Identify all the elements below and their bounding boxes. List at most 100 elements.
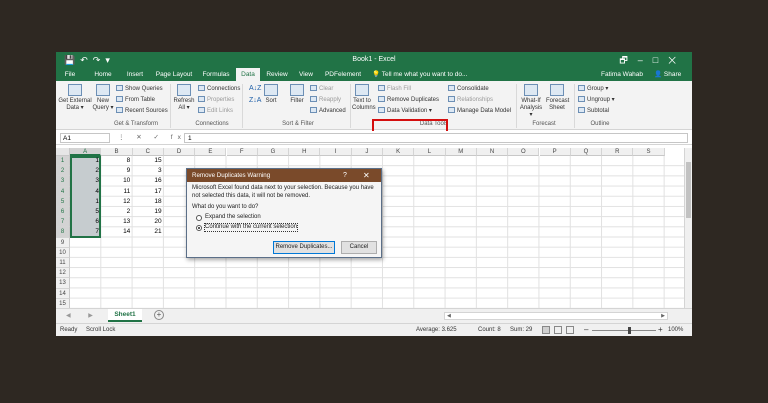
- advanced-button[interactable]: Advanced: [310, 107, 346, 115]
- sort-button[interactable]: Sort: [262, 84, 280, 105]
- cell-a4[interactable]: 4: [70, 187, 99, 197]
- column-header-n[interactable]: N: [476, 148, 509, 156]
- column-header-b[interactable]: B: [101, 148, 133, 156]
- column-header-a[interactable]: A: [70, 148, 102, 156]
- cell-b6[interactable]: 2: [101, 207, 131, 217]
- sheet-nav-arrows[interactable]: ◀ ▶: [66, 311, 101, 321]
- cancel-button[interactable]: Cancel: [341, 241, 377, 254]
- zoom-slider[interactable]: [592, 330, 656, 331]
- column-header-k[interactable]: K: [383, 148, 415, 156]
- forecast-sheet-button[interactable]: Forecast Sheet: [546, 84, 569, 112]
- tab-insert[interactable]: Insert: [120, 68, 150, 81]
- column-header-o[interactable]: O: [508, 148, 540, 156]
- row-header-1[interactable]: 1: [56, 156, 70, 167]
- share-button[interactable]: 👤 Share: [654, 68, 681, 81]
- properties-button[interactable]: Properties: [198, 96, 234, 104]
- tell-me-box[interactable]: 💡 Tell me what you want to do...: [372, 68, 467, 81]
- column-header-s[interactable]: S: [633, 148, 665, 156]
- add-sheet-icon[interactable]: +: [154, 310, 164, 320]
- what-if-analysis-button[interactable]: What-If Analysis ▾: [518, 84, 544, 119]
- cell-c5[interactable]: 18: [133, 197, 161, 207]
- tab-home[interactable]: Home: [88, 68, 118, 81]
- tab-page-layout[interactable]: Page Layout: [152, 68, 196, 81]
- dialog-close-icon[interactable]: ✕: [363, 169, 370, 182]
- horizontal-scrollbar[interactable]: ◀ ▶: [444, 312, 668, 320]
- column-header-c[interactable]: C: [132, 148, 164, 156]
- row-header-4[interactable]: 4: [56, 186, 70, 197]
- new-query-button[interactable]: New Query ▾: [92, 84, 114, 112]
- normal-view-button[interactable]: [542, 326, 550, 334]
- column-header-l[interactable]: L: [414, 148, 446, 156]
- row-header-5[interactable]: 5: [56, 196, 70, 207]
- column-header-r[interactable]: R: [602, 148, 634, 156]
- sheet-tab-sheet1[interactable]: Sheet1: [108, 309, 142, 322]
- clear-button[interactable]: Clear: [310, 85, 333, 93]
- cell-a6[interactable]: 5: [70, 207, 99, 217]
- tab-review[interactable]: Review: [262, 68, 292, 81]
- cell-a7[interactable]: 6: [70, 217, 99, 227]
- select-all-corner[interactable]: [56, 148, 70, 156]
- formula-input[interactable]: 1: [184, 133, 688, 143]
- vertical-scrollbar[interactable]: [684, 148, 692, 308]
- zoom-level[interactable]: 100%: [668, 324, 683, 336]
- vertical-scroll-thumb[interactable]: [686, 162, 691, 218]
- sort-z-to-a-button[interactable]: Z↓A: [249, 97, 261, 104]
- scroll-left-icon[interactable]: ◀: [447, 313, 451, 319]
- filter-button[interactable]: Filter: [286, 84, 308, 105]
- formula-icons[interactable]: ⋮ ✕ ✓ fx: [118, 132, 186, 144]
- scroll-right-icon[interactable]: ▶: [661, 313, 665, 319]
- cell-b8[interactable]: 14: [101, 227, 130, 237]
- row-header-14[interactable]: 14: [56, 288, 70, 299]
- cell-c8[interactable]: 21: [133, 227, 161, 237]
- continue-selection-radio[interactable]: [196, 225, 202, 231]
- column-header-j[interactable]: J: [351, 148, 383, 156]
- data-validation-button[interactable]: Data Validation ▾: [378, 107, 432, 115]
- row-header-9[interactable]: 9: [56, 237, 70, 248]
- cell-c6[interactable]: 19: [133, 207, 161, 217]
- recent-sources-button[interactable]: Recent Sources: [116, 107, 168, 115]
- cell-c7[interactable]: 20: [133, 217, 161, 227]
- relationships-button[interactable]: Relationships: [448, 96, 493, 104]
- maximize-icon[interactable]: □: [653, 55, 668, 65]
- row-header-2[interactable]: 2: [56, 166, 70, 177]
- continue-selection-label[interactable]: Continue with the current selection: [203, 223, 299, 232]
- column-header-e[interactable]: E: [195, 148, 227, 156]
- tab-pdfelement[interactable]: PDFelement: [322, 68, 364, 81]
- tab-view[interactable]: View: [294, 68, 318, 81]
- tab-data[interactable]: Data: [236, 68, 260, 81]
- row-header-12[interactable]: 12: [56, 268, 70, 279]
- cell-a5[interactable]: 1: [70, 197, 99, 207]
- column-header-q[interactable]: Q: [570, 148, 603, 156]
- tab-formulas[interactable]: Formulas: [198, 68, 234, 81]
- refresh-all-button[interactable]: Refresh All ▾: [172, 84, 196, 112]
- row-header-10[interactable]: 10: [56, 247, 70, 258]
- cell-c4[interactable]: 17: [133, 187, 161, 197]
- column-header-g[interactable]: G: [257, 148, 290, 156]
- row-header-3[interactable]: 3: [56, 176, 70, 187]
- column-header-m[interactable]: M: [445, 148, 477, 156]
- cell-b7[interactable]: 13: [101, 217, 130, 227]
- cell-c1[interactable]: 15: [133, 156, 161, 166]
- row-header-6[interactable]: 6: [56, 207, 70, 218]
- zoom-out-button[interactable]: –: [584, 324, 588, 336]
- flash-fill-button[interactable]: Flash Fill: [378, 85, 411, 93]
- cell-b4[interactable]: 11: [101, 187, 131, 197]
- edit-links-button[interactable]: Edit Links: [198, 107, 233, 115]
- row-header-11[interactable]: 11: [56, 258, 70, 269]
- group-button[interactable]: Group ▾: [578, 85, 608, 93]
- reapply-button[interactable]: Reapply: [310, 96, 341, 104]
- remove-duplicates-dialog-button[interactable]: Remove Duplicates...: [273, 241, 335, 254]
- expand-selection-label[interactable]: Expand the selection: [205, 214, 261, 221]
- tab-file[interactable]: File: [56, 68, 84, 81]
- text-to-columns-button[interactable]: Text to Columns: [352, 84, 376, 112]
- page-layout-view-button[interactable]: [554, 326, 562, 334]
- ribbon-display-icon[interactable]: 🗗: [619, 55, 637, 65]
- expand-selection-radio[interactable]: [196, 215, 202, 221]
- row-header-7[interactable]: 7: [56, 217, 70, 228]
- cell-c2[interactable]: 3: [133, 166, 162, 176]
- zoom-slider-knob[interactable]: [628, 327, 631, 334]
- help-icon[interactable]: ?: [343, 169, 347, 182]
- from-table-button[interactable]: From Table: [116, 96, 155, 104]
- ungroup-button[interactable]: Ungroup ▾: [578, 96, 615, 104]
- zoom-in-button[interactable]: +: [658, 324, 663, 336]
